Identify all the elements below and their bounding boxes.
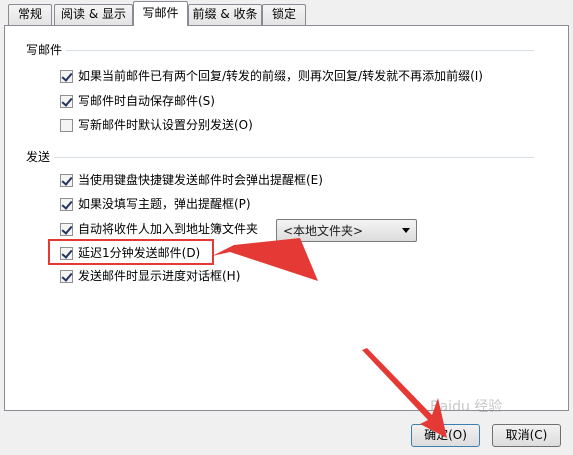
option-auto-add-recipients[interactable]: 自动将收件人加入到地址簿文件夹 [60,221,258,237]
ok-button[interactable]: 确定(O) [411,424,480,447]
addressbook-folder-select[interactable]: <本地文件夹> [276,219,417,242]
tab-general[interactable]: 常规 [8,4,52,25]
separate-send-checkbox[interactable] [60,118,73,132]
tab-compose[interactable]: 写邮件 [133,1,188,26]
option-label: 如果没填写主题，弹出提醒框(P) [78,197,251,211]
group-divider [60,50,534,51]
tab-bar: 常规 阅读 & 显示 写邮件 前缀 & 收条 锁定 [0,0,573,26]
tab-lock[interactable]: 锁定 [262,4,306,25]
cancel-button[interactable]: 取消(C) [492,424,561,447]
group-divider [50,157,534,158]
option-show-progress[interactable]: 发送邮件时显示进度对话框(H) [60,268,240,284]
watermark: Baidu 经验 [430,399,503,415]
option-label: 当使用键盘快捷键发送邮件时会弹出提醒框(E) [78,173,323,187]
autosave-checkbox[interactable] [60,94,73,108]
folder-select-value: <本地文件夹> [283,224,364,238]
tab-prefix-receipt[interactable]: 前缀 & 收条 [188,4,262,25]
no-subject-reminder-checkbox[interactable] [60,197,73,211]
delay-send-checkbox[interactable] [60,246,73,260]
option-label: 自动将收件人加入到地址簿文件夹 [78,222,259,236]
auto-add-recipients-checkbox[interactable] [60,222,73,236]
shortcut-reminder-checkbox[interactable] [60,173,73,187]
option-label: 延迟1分钟发送邮件(D) [78,246,201,260]
option-label: 写邮件时自动保存邮件(S) [78,94,215,108]
option-skip-prefix[interactable]: 如果当前邮件已有两个回复/转发的前缀，则再次回复/转发就不再添加前缀(I) [60,68,483,84]
chevron-down-icon [402,228,410,233]
option-label: 发送邮件时显示进度对话框(H) [78,269,241,283]
option-delay-send[interactable]: 延迟1分钟发送邮件(D) [60,245,200,261]
option-autosave[interactable]: 写邮件时自动保存邮件(S) [60,93,215,109]
compose-group-title: 写邮件 [26,43,67,57]
option-label: 如果当前邮件已有两个回复/转发的前缀，则再次回复/转发就不再添加前缀(I) [78,69,483,83]
options-dialog: 常规 阅读 & 显示 写邮件 前缀 & 收条 锁定 写邮件 如果当前邮件已有两个… [0,0,573,455]
option-separate-send[interactable]: 写新邮件时默认设置分别发送(O) [60,117,253,133]
skip-prefix-checkbox[interactable] [60,69,73,83]
option-label: 写新邮件时默认设置分别发送(O) [78,118,253,132]
show-progress-checkbox[interactable] [60,269,73,283]
option-no-subject-reminder[interactable]: 如果没填写主题，弹出提醒框(P) [60,196,251,212]
option-shortcut-reminder[interactable]: 当使用键盘快捷键发送邮件时会弹出提醒框(E) [60,172,323,188]
tab-read-display[interactable]: 阅读 & 显示 [54,4,133,25]
send-group-title: 发送 [26,150,55,164]
